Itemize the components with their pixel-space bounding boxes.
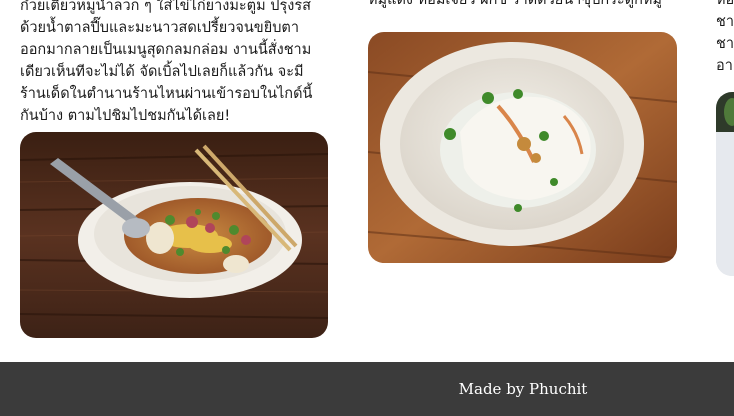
site-footer: Made by Phuchit (0, 362, 734, 416)
card-3-image[interactable] (716, 92, 734, 276)
card-1-line: ออกมากลายเป็นเมนูสุดกลมกล่อม งานนี้สั่งช… (20, 42, 312, 58)
wonton-soup-illustration (368, 32, 677, 263)
wonton-soup-image[interactable] (368, 32, 677, 263)
card-3-illustration (716, 92, 734, 276)
card-3-description: หอ ชา ชา อา (716, 0, 734, 77)
card-1-line: ก๋วยเตี๋ยวหมูน้ำลวก ๆ ใส่ไข่ไก่ยางมะตูม … (20, 0, 311, 14)
card-1-line: เดียวเห็นทีจะไม่ได้ จัดเบิ้ลไปเลยก็แล้วก… (20, 64, 304, 80)
card-3-line: ชา (716, 36, 734, 52)
card-2-description: หมูแดง หอมเจียว ผักชี ราดด้วยน้ำซุปกระดู… (368, 0, 680, 11)
card-2-line: หมูแดง หอมเจียว ผักชี ราดด้วยน้ำซุปกระดู… (368, 0, 662, 8)
card-1-line: ด้วยน้ำตาลปี๊บและมะนาวสดเปรี้ยวจนขยิบตา (20, 20, 299, 36)
footer-credit: Made by Phuchit (458, 380, 588, 398)
card-3-line: หอ (716, 0, 734, 8)
noodle-soup-image[interactable] (20, 132, 328, 338)
noodle-soup-illustration (20, 132, 328, 338)
card-3-line: ชา (716, 14, 734, 30)
card-1-description: ก๋วยเตี๋ยวหมูน้ำลวก ๆ ใส่ไข่ไก่ยางมะตูม … (20, 0, 332, 127)
card-1-line: กันบ้าง ตามไปชิมไปชมกันได้เลย! (20, 108, 231, 124)
card-3-line: อา (716, 58, 733, 74)
card-1-line: ร้านเด็ดในตำนานร้านไหนผ่านเข้ารอบในไกด์น… (20, 86, 313, 102)
